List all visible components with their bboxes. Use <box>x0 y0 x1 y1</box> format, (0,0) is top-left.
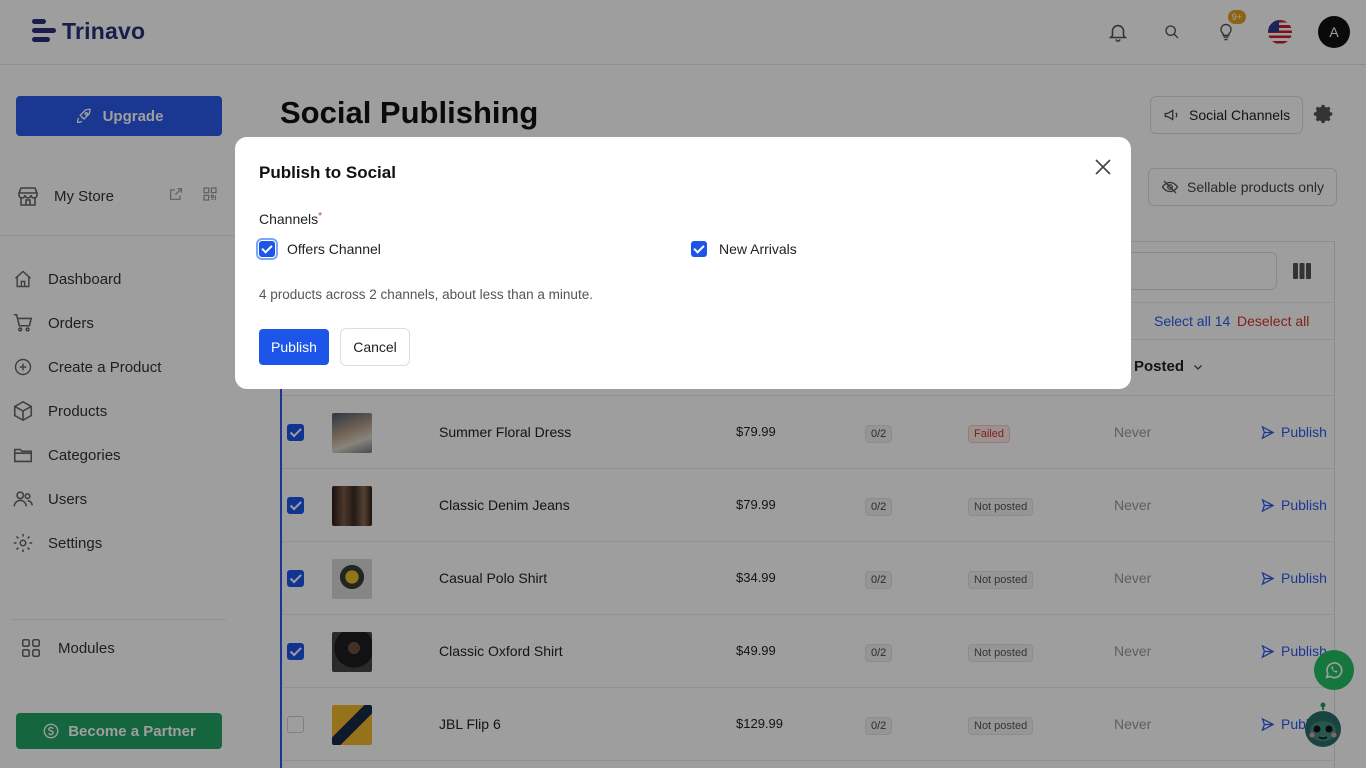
publish-summary: 4 products across 2 channels, about less… <box>259 287 593 302</box>
modal-title: Publish to Social <box>259 163 396 182</box>
required-mark: * <box>318 211 323 222</box>
channel-checkbox[interactable] <box>691 241 707 257</box>
channel-label: Offers Channel <box>287 241 381 257</box>
channel-option-new-arrivals[interactable]: New Arrivals <box>691 241 797 257</box>
channels-label: Channels* <box>259 211 323 227</box>
channel-option-offers[interactable]: Offers Channel <box>256 238 381 260</box>
cancel-button[interactable]: Cancel <box>340 328 410 366</box>
publish-button[interactable]: Publish <box>259 329 329 365</box>
publish-modal: Publish to Social Channels* Offers Chann… <box>235 137 1131 389</box>
channel-checkbox[interactable] <box>256 238 278 260</box>
close-icon[interactable] <box>1091 155 1115 179</box>
channel-label: New Arrivals <box>719 241 797 257</box>
